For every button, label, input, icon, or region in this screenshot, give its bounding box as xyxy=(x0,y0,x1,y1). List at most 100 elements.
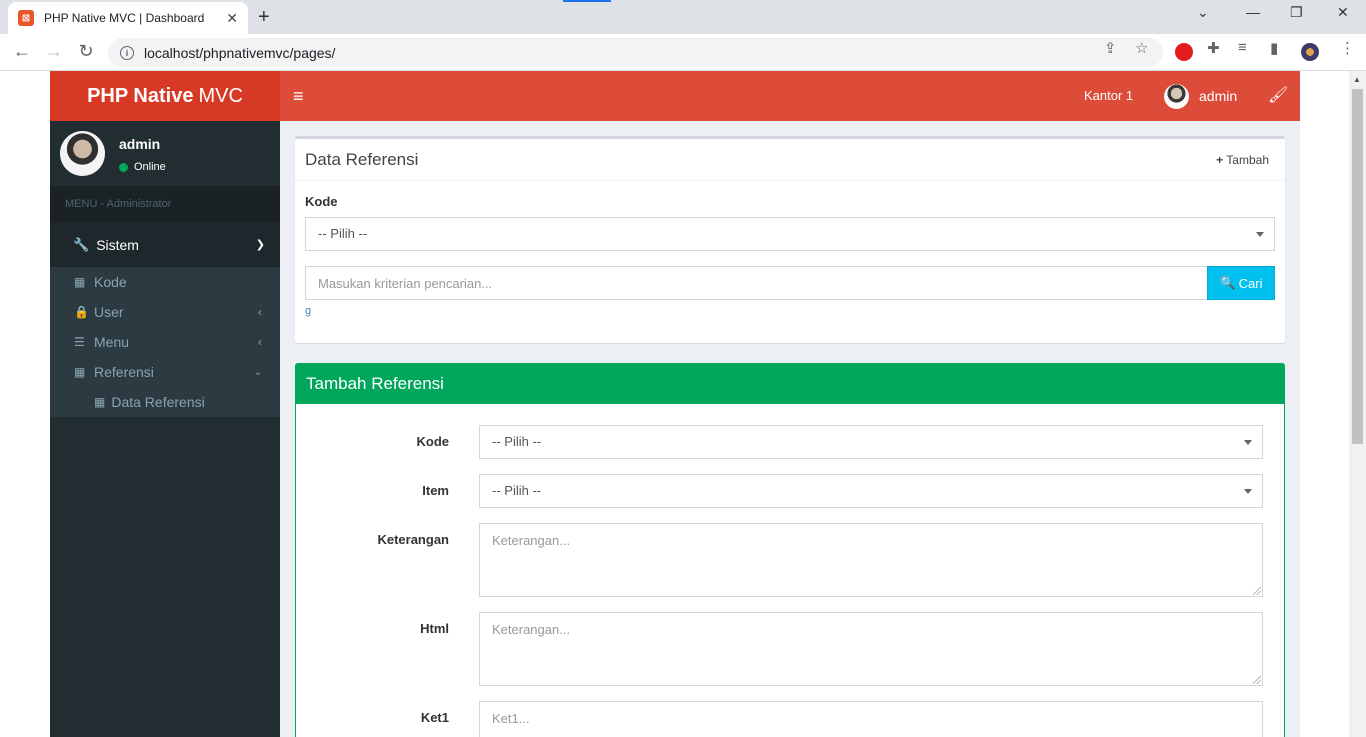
sidebar-item-kode[interactable]: ▦ Kode xyxy=(50,267,280,297)
tambah-button[interactable]: + Tambah xyxy=(1216,153,1269,167)
share-icon[interactable]: ⇪ xyxy=(1104,39,1117,57)
result-link[interactable]: g xyxy=(305,305,311,317)
sidebar-item-label: User xyxy=(94,304,124,320)
new-tab-icon[interactable]: + xyxy=(258,6,270,29)
header-avatar[interactable] xyxy=(1164,84,1189,109)
reload-icon[interactable]: ↻ xyxy=(75,41,97,62)
profile-avatar-icon[interactable] xyxy=(1301,43,1319,61)
sidebar: admin Online MENU - Administrator 🔧 Sist… xyxy=(50,121,280,737)
user-panel: admin Online xyxy=(50,121,280,186)
select-value: -- Pilih -- xyxy=(318,226,368,241)
tambah-referensi-box: Tambah Referensi Kode -- Pilih -- Item -… xyxy=(295,363,1285,737)
menu-header: MENU - Administrator xyxy=(50,186,280,222)
status-text: Online xyxy=(134,161,166,173)
header-username[interactable]: admin xyxy=(1199,88,1237,104)
kode-filter-select[interactable]: -- Pilih -- xyxy=(305,217,1275,251)
sidebar-item-referensi[interactable]: ▦ Referensi ⌄ xyxy=(50,357,280,387)
ket1-input[interactable]: Ket1... xyxy=(479,701,1263,737)
tab-search-icon[interactable]: ⌄ xyxy=(1197,4,1209,21)
table-icon: ▦ xyxy=(74,365,86,379)
bookmark-star-icon[interactable]: ☆ xyxy=(1135,39,1148,57)
browser-tab-strip: ⊠ PHP Native MVC | Dashboard ✕ + ⌄ — ❐ ✕ xyxy=(0,0,1366,34)
url-field[interactable]: i localhost/phpnativemvc/pages/ xyxy=(108,38,1163,67)
keterangan-textarea[interactable]: Keterangan... xyxy=(479,523,1263,597)
table-icon: ▦ xyxy=(74,275,86,289)
logo-light: MVC xyxy=(198,84,243,107)
data-referensi-box: Data Referensi + Tambah Kode -- Pilih --… xyxy=(295,136,1285,343)
site-info-icon[interactable]: i xyxy=(120,45,134,60)
ket1-label: Ket1 xyxy=(420,710,449,725)
search-icon: 🔍 xyxy=(1219,275,1236,290)
input-placeholder: Ket1... xyxy=(492,711,530,726)
user-avatar xyxy=(60,131,105,176)
box-header: Tambah Referensi xyxy=(296,364,1284,404)
sistem-submenu: ▦ Kode 🔒 User ‹ ☰ Menu ‹ ▦ Referensi ⌄ ▦… xyxy=(50,267,280,417)
chrome-menu-icon[interactable]: ⋮ xyxy=(1340,39,1355,57)
textarea-placeholder: Keterangan... xyxy=(492,533,571,548)
adblock-extension-icon[interactable] xyxy=(1175,43,1193,61)
kode-label: Kode xyxy=(416,434,450,449)
resize-grip-icon[interactable] xyxy=(1253,676,1261,684)
logo-bold: PHP Native xyxy=(87,84,194,107)
box-title: Data Referensi xyxy=(305,150,419,169)
url-text: localhost/phpnativemvc/pages/ xyxy=(144,44,336,61)
sidebar-item-menu[interactable]: ☰ Menu ‹ xyxy=(50,327,280,357)
chevron-left-icon: ‹ xyxy=(258,335,262,349)
sidebar-item-sistem[interactable]: 🔧 Sistem ❯ xyxy=(50,222,280,267)
minimize-icon[interactable]: — xyxy=(1246,4,1260,20)
select-value: -- Pilih -- xyxy=(492,483,542,498)
search-input[interactable]: Masukan kriterian pencarian... xyxy=(305,266,1208,300)
sidebar-toggle-icon[interactable]: ≡ xyxy=(293,86,304,107)
tab-title: PHP Native MVC | Dashboard xyxy=(44,11,205,25)
sidebar-item-user[interactable]: 🔒 User ‹ xyxy=(50,297,280,327)
sidebar-item-label: Kode xyxy=(94,274,127,290)
html-textarea[interactable]: Keterangan... xyxy=(479,612,1263,686)
admin-app: PHP Native MVC ≡ Kantor 1 admin 🖌 admin … xyxy=(50,71,1300,737)
chevron-left-icon: ‹ xyxy=(258,305,262,319)
back-icon[interactable]: ← xyxy=(11,41,33,62)
loading-indicator xyxy=(563,0,611,2)
sidebar-item-label: Referensi xyxy=(94,364,154,380)
kode-filter-label: Kode xyxy=(305,194,338,209)
forward-icon[interactable]: → xyxy=(43,41,65,62)
scrollbar-thumb[interactable] xyxy=(1352,89,1363,444)
chevron-down-icon: ❯ xyxy=(255,239,265,251)
select-value: -- Pilih -- xyxy=(492,434,542,449)
user-name: admin xyxy=(119,136,161,152)
close-tab-icon[interactable]: ✕ xyxy=(226,10,238,27)
item-select[interactable]: -- Pilih -- xyxy=(479,474,1263,508)
lock-icon: 🔒 xyxy=(74,305,89,319)
caret-down-icon xyxy=(1244,489,1252,494)
chevron-down-icon: ⌄ xyxy=(253,366,262,378)
main-header: PHP Native MVC ≡ Kantor 1 admin 🖌 xyxy=(50,71,1300,121)
extensions-puzzle-icon[interactable]: ✚ xyxy=(1207,39,1220,57)
cari-label: Cari xyxy=(1238,275,1263,291)
sidebar-item-data-referensi[interactable]: ▦ Data Referensi xyxy=(50,387,280,417)
tambah-label: Tambah xyxy=(1226,153,1269,167)
close-window-icon[interactable]: ✕ xyxy=(1337,4,1349,21)
keterangan-label: Keterangan xyxy=(377,532,449,547)
page-scrollbar[interactable]: ▲ xyxy=(1349,71,1366,737)
sidebar-item-label: Sistem xyxy=(96,236,139,253)
browser-tab[interactable]: ⊠ PHP Native MVC | Dashboard ✕ xyxy=(8,2,248,34)
office-selector[interactable]: Kantor 1 xyxy=(1084,88,1133,103)
user-status: Online xyxy=(119,161,166,173)
app-logo[interactable]: PHP Native MVC xyxy=(50,71,280,121)
restore-icon[interactable]: ❐ xyxy=(1290,4,1303,21)
content-wrapper: Data Referensi + Tambah Kode -- Pilih --… xyxy=(280,121,1300,737)
scroll-up-icon[interactable]: ▲ xyxy=(1353,75,1361,84)
resize-grip-icon[interactable] xyxy=(1253,587,1261,595)
media-control-icon[interactable]: ≡ xyxy=(1238,39,1247,56)
sidebar-item-label: Menu xyxy=(94,334,130,350)
page-viewport: PHP Native MVC ≡ Kantor 1 admin 🖌 admin … xyxy=(0,71,1349,737)
wrench-icon: 🔧 xyxy=(73,236,90,252)
side-panel-icon[interactable]: ▮ xyxy=(1270,39,1278,57)
item-label: Item xyxy=(422,483,449,498)
kode-select[interactable]: -- Pilih -- xyxy=(479,425,1263,459)
xampp-favicon-icon: ⊠ xyxy=(18,10,34,26)
caret-down-icon xyxy=(1256,232,1264,237)
plus-icon: + xyxy=(1216,153,1224,167)
bars-icon: ☰ xyxy=(74,335,85,349)
paint-brush-icon[interactable]: 🖌 xyxy=(1268,85,1288,105)
cari-button[interactable]: 🔍 Cari xyxy=(1207,266,1275,300)
